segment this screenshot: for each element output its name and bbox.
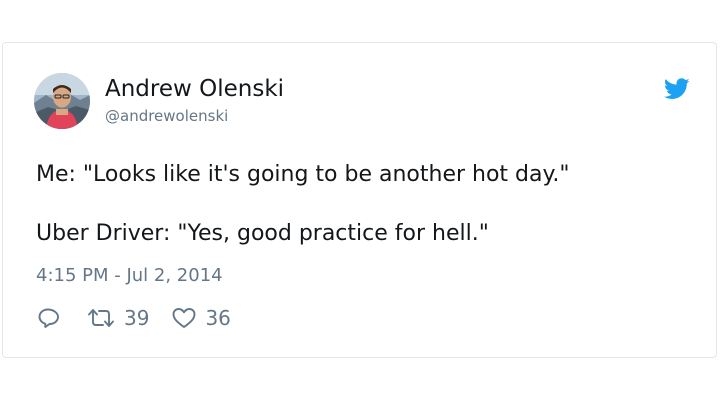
tweet-actions: 39 36 <box>36 305 231 331</box>
reply-button[interactable] <box>36 306 60 330</box>
tweet-card: Andrew Olenski @andrewolenski Me: "Looks… <box>2 42 717 358</box>
retweet-count: 39 <box>124 306 150 330</box>
retweet-button[interactable]: 39 <box>86 306 149 330</box>
reply-icon <box>38 308 59 328</box>
tweet-text-line-2: Uber Driver: "Yes, good practice for hel… <box>36 221 489 246</box>
avatar-photo <box>34 73 90 129</box>
author-display-name[interactable]: Andrew Olenski <box>105 75 284 103</box>
heart-icon <box>173 308 196 328</box>
like-button[interactable]: 36 <box>171 306 231 330</box>
tweet-timestamp[interactable]: 4:15 PM - Jul 2, 2014 <box>36 265 223 287</box>
avatar[interactable] <box>34 73 90 129</box>
twitter-bird-icon[interactable] <box>663 78 690 100</box>
tweet-text: Me: "Looks like it's going to be another… <box>36 161 696 247</box>
tweet-text-line-1: Me: "Looks like it's going to be another… <box>36 162 570 187</box>
retweet-icon <box>88 309 114 327</box>
author-handle[interactable]: @andrewolenski <box>105 107 228 125</box>
like-count: 36 <box>205 306 231 330</box>
